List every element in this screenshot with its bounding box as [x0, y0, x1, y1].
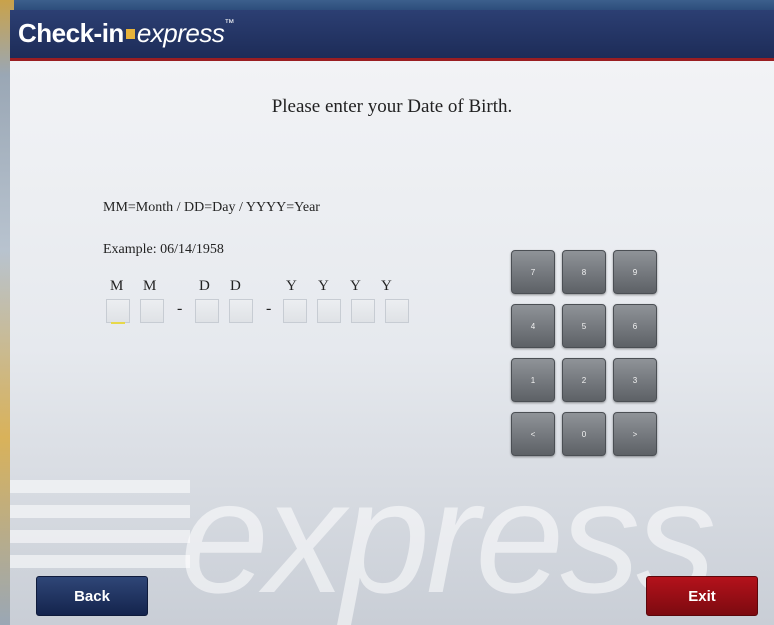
keypad-key-1[interactable]: 1: [511, 358, 555, 402]
date-separator: -: [177, 300, 183, 317]
exit-button[interactable]: Exit: [646, 576, 758, 616]
format-hint: MM=Month / DD=Day / YYYY=Year: [103, 200, 320, 215]
year-digit-2-input[interactable]: [317, 299, 341, 323]
keypad-key-7[interactable]: 7: [511, 250, 555, 294]
date-separator: -: [266, 300, 272, 317]
keypad-key-6[interactable]: 6: [613, 304, 657, 348]
field-letter: Y: [286, 278, 297, 294]
keypad-key-3[interactable]: 3: [613, 358, 657, 402]
keypad-key-5[interactable]: 5: [562, 304, 606, 348]
field-letter: D: [199, 278, 210, 294]
keypad-key-left[interactable]: <: [511, 412, 555, 456]
month-digit-2-input[interactable]: [140, 299, 164, 323]
field-letter: Y: [318, 278, 329, 294]
back-button[interactable]: Back: [36, 576, 148, 616]
field-letter: Y: [350, 278, 361, 294]
page-title: Please enter your Date of Birth.: [271, 96, 513, 117]
day-digit-1-input[interactable]: [195, 299, 219, 323]
year-digit-4-input[interactable]: [385, 299, 409, 323]
keypad-key-8[interactable]: 8: [562, 250, 606, 294]
keypad-key-0[interactable]: 0: [562, 412, 606, 456]
keypad-key-4[interactable]: 4: [511, 304, 555, 348]
day-digit-2-input[interactable]: [229, 299, 253, 323]
month-digit-1-input[interactable]: [106, 299, 130, 324]
brand-trademark: ™: [224, 18, 234, 29]
brand-sub-text: express: [136, 18, 225, 48]
brand-main-text: Check-in: [18, 18, 124, 48]
brand-dot-icon: [125, 29, 135, 40]
year-digit-3-input[interactable]: [351, 299, 375, 323]
year-digit-1-input[interactable]: [283, 299, 307, 323]
example-text: Example: 06/14/1958: [103, 242, 224, 257]
watermark-text: express: [180, 447, 716, 625]
keypad-key-right[interactable]: >: [613, 412, 657, 456]
field-letter: D: [230, 278, 241, 294]
keypad-key-2[interactable]: 2: [562, 358, 606, 402]
title-bar: Check-in express™: [10, 10, 774, 61]
kiosk-window: Check-in express™ express Please enter yo…: [10, 10, 774, 625]
field-letter: Y: [381, 278, 392, 294]
field-letter: M: [143, 278, 157, 294]
keypad-key-9[interactable]: 9: [613, 250, 657, 294]
cursor-indicator: [111, 322, 125, 324]
watermark-stripes: [10, 480, 190, 590]
brand-logo: Check-in express™: [18, 18, 234, 49]
field-letter: M: [110, 278, 124, 294]
